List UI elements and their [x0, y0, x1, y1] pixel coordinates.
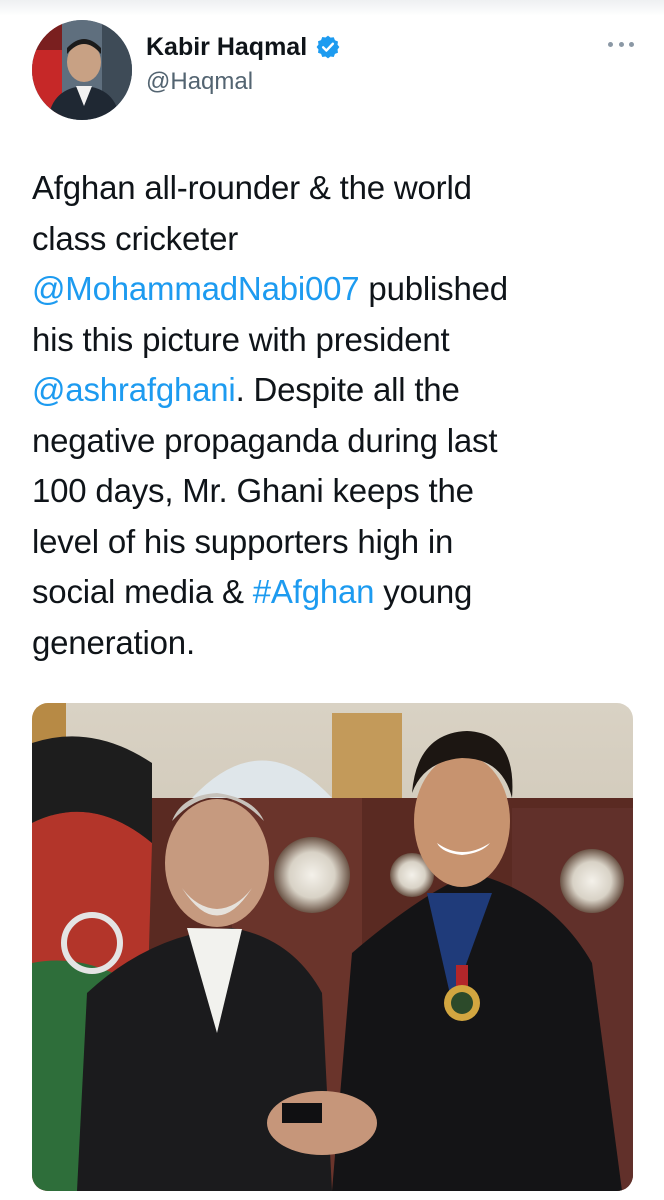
- tweet-text-segment: class cricketer: [32, 219, 239, 257]
- author-info: Kabir Haqmal @Haqmal: [146, 30, 341, 96]
- tweet-text-line: class cricketer: [32, 214, 642, 265]
- tweet-text-segment: level of his supporters high in: [32, 522, 454, 560]
- author-display-name[interactable]: Kabir Haqmal: [146, 33, 307, 62]
- tweet-text-line: @MohammadNabi007 published: [32, 264, 642, 315]
- tweet-text: Afghan all-rounder & the world class cric…: [32, 163, 642, 668]
- mention-link[interactable]: @MohammadNabi007: [32, 270, 360, 307]
- tweet-text-segment: social media &: [32, 573, 253, 610]
- tweet-text-segment: 100 days, Mr. Ghani keeps the: [32, 472, 474, 509]
- more-horizontal-icon[interactable]: [608, 34, 634, 54]
- tweet-text-segment: . Despite all the: [235, 371, 460, 408]
- tweet-text-segment: generation.: [32, 623, 195, 661]
- tweet-text-line: social media & #Afghan young: [32, 567, 642, 618]
- author-handle[interactable]: @Haqmal: [146, 68, 341, 96]
- tweet-text-line: Afghan all-rounder & the world: [32, 163, 642, 214]
- mention-link[interactable]: @ashrafghani: [32, 371, 236, 408]
- top-edge: [0, 0, 664, 16]
- tweet-text-line: 100 days, Mr. Ghani keeps the: [32, 466, 642, 517]
- tweet-text-segment: published: [359, 270, 508, 307]
- tweet-text-line: @ashrafghani. Despite all the: [32, 365, 642, 416]
- tweet-photo[interactable]: [32, 703, 633, 1191]
- tweet-text-line: negative propaganda during last: [32, 416, 642, 467]
- author-name-row: Kabir Haqmal: [146, 30, 341, 64]
- tweet-text-line: his this picture with president: [32, 315, 642, 366]
- hashtag-link[interactable]: #Afghan: [253, 573, 375, 610]
- tweet-text-line: generation.: [32, 618, 642, 669]
- tweet-text-segment: his this picture with president: [32, 320, 450, 358]
- tweet-text-line: level of his supporters high in: [32, 517, 642, 568]
- verified-badge-icon: [315, 34, 341, 60]
- tweet-text-segment: Afghan all-rounder & the world: [32, 169, 472, 206]
- author-avatar[interactable]: [32, 20, 132, 120]
- tweet-text-segment: young: [374, 573, 473, 610]
- tweet-text-segment: negative propaganda during last: [32, 421, 498, 459]
